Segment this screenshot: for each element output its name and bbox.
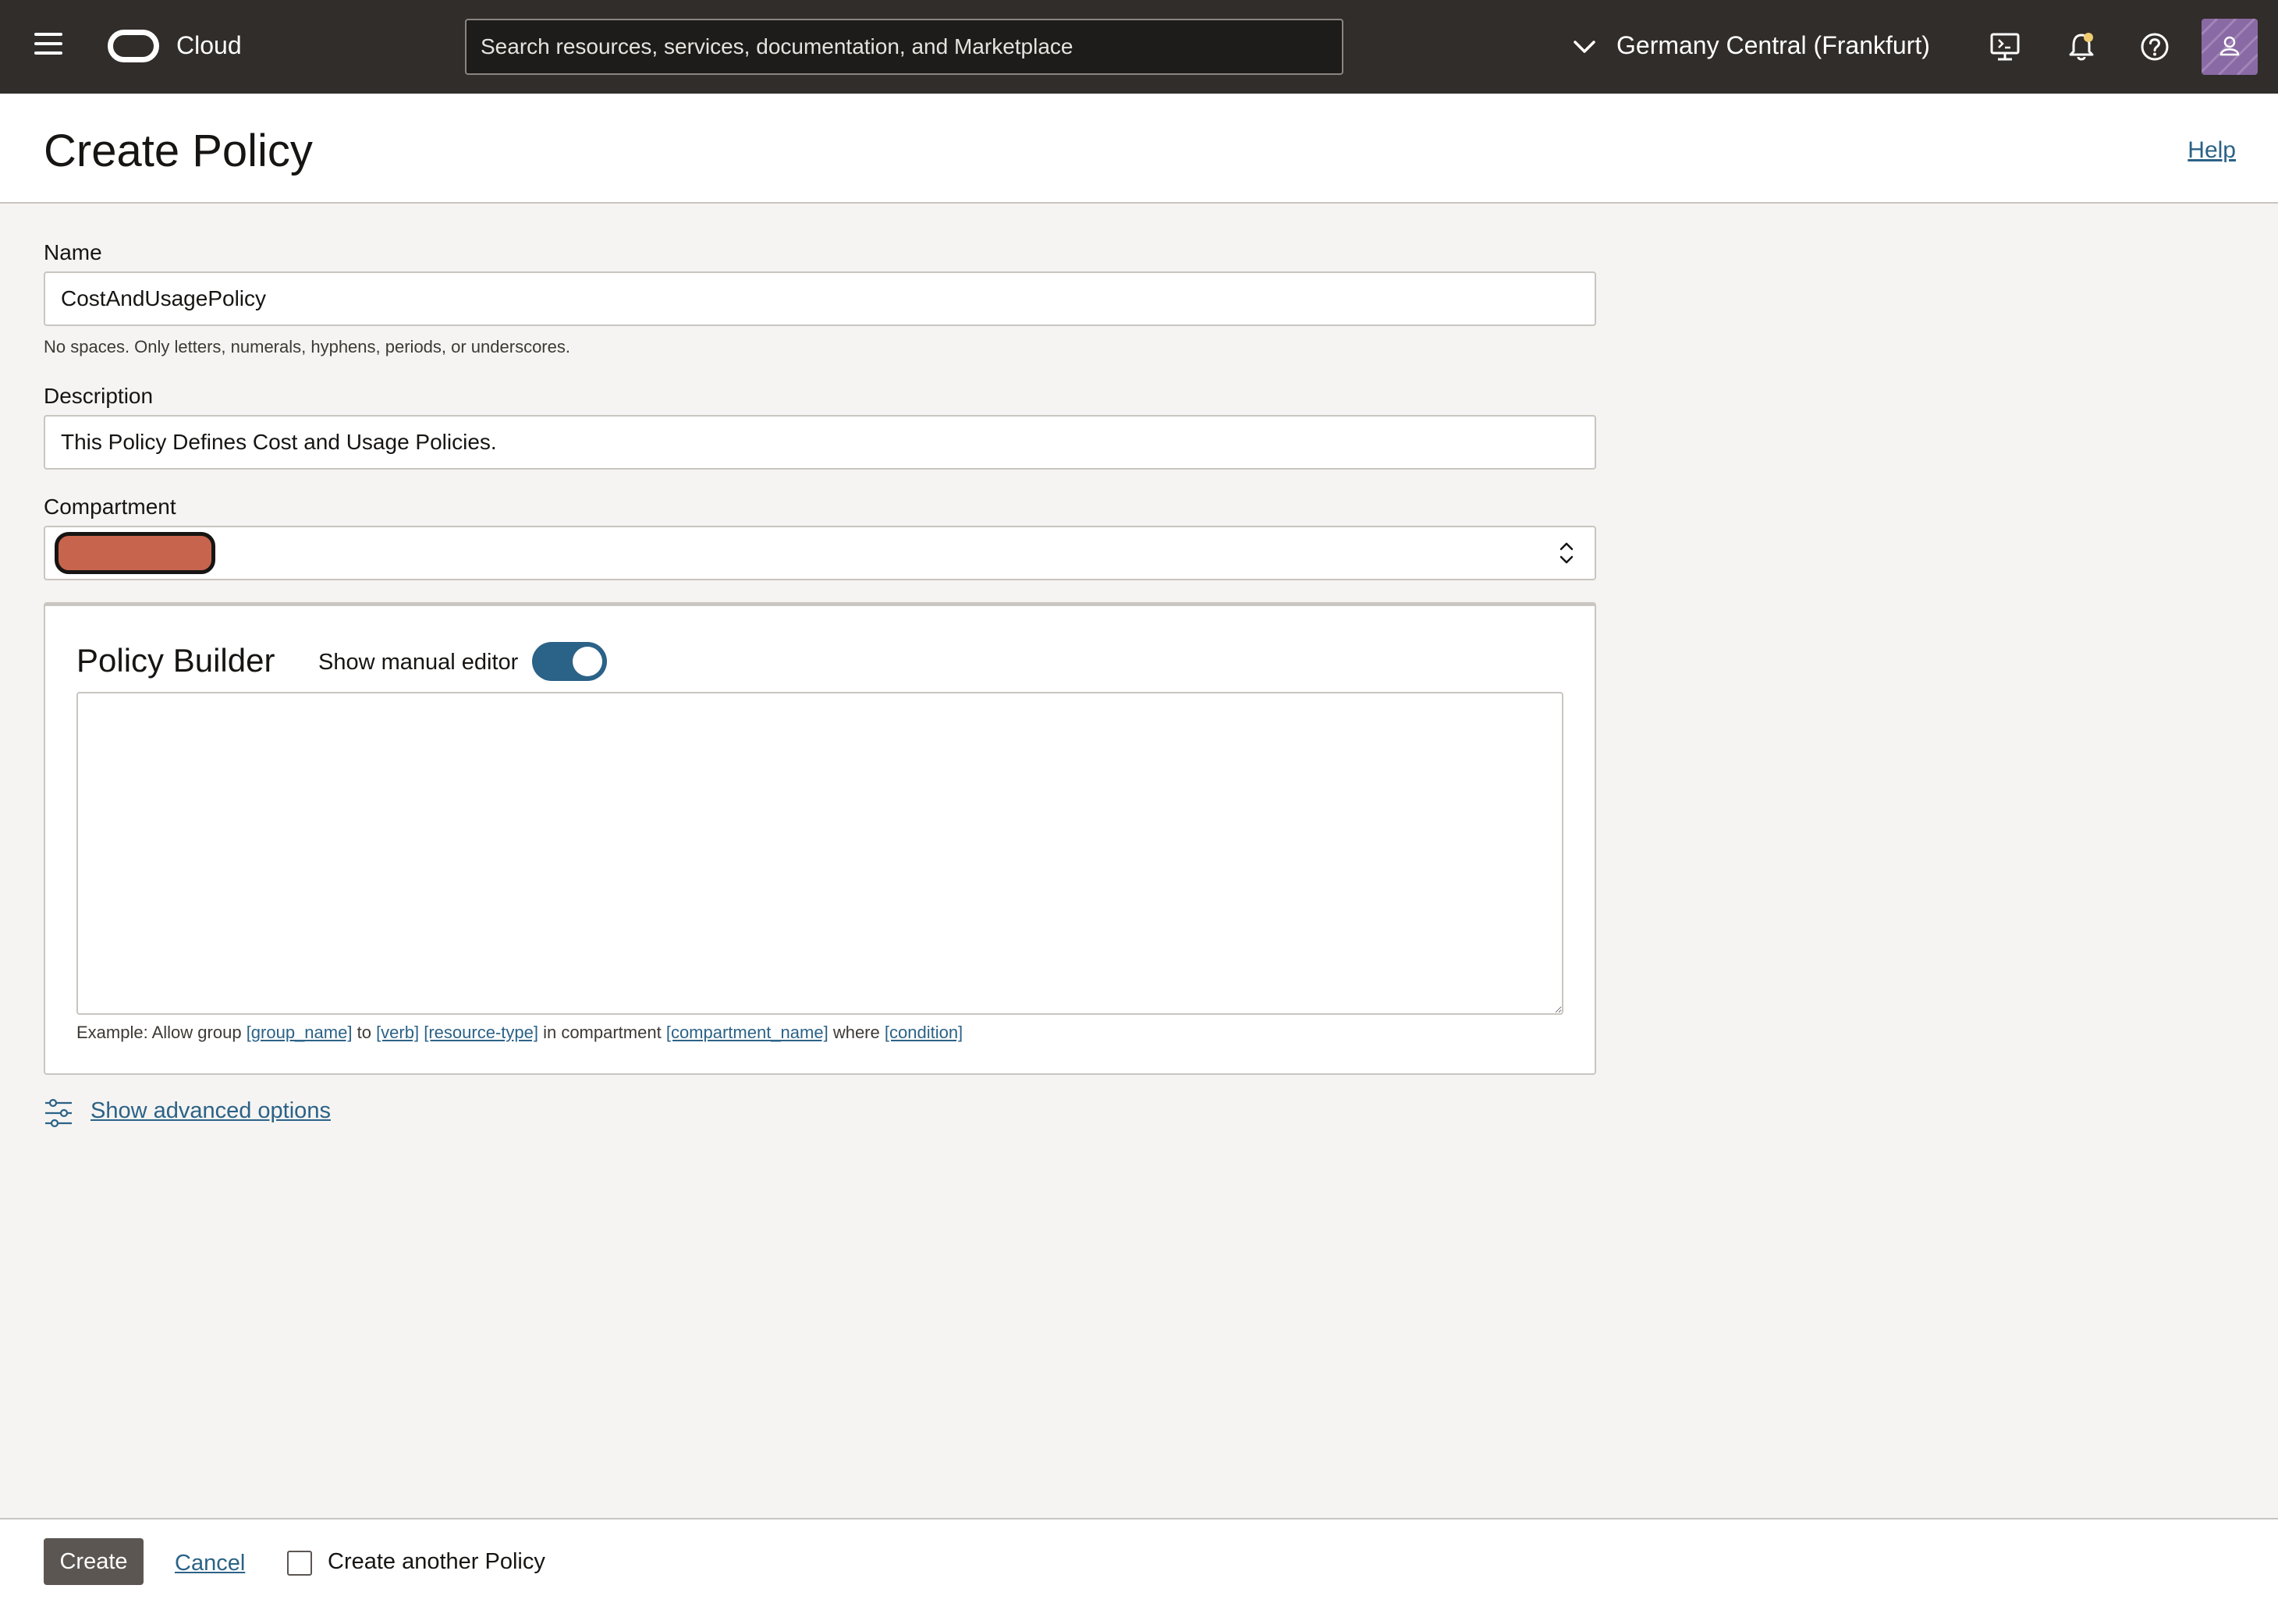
create-another-checkbox[interactable]: [287, 1551, 312, 1576]
description-input[interactable]: [44, 415, 1596, 470]
show-advanced-options-link[interactable]: Show advanced options: [90, 1098, 331, 1124]
search-input[interactable]: [465, 19, 1343, 75]
create-button[interactable]: Create: [44, 1538, 144, 1585]
help-icon[interactable]: [2138, 30, 2172, 64]
manual-editor-toggle-label: Show manual editor: [318, 650, 519, 675]
policy-builder-panel: Policy Builder Show manual editor Exampl…: [44, 602, 1596, 1075]
description-label: Description: [44, 384, 154, 408]
name-label: Name: [44, 240, 102, 264]
example-verb-link[interactable]: [verb]: [376, 1023, 419, 1042]
create-another-label[interactable]: Create another Policy: [328, 1549, 545, 1575]
avatar[interactable]: [2202, 19, 2258, 75]
page-title: Create Policy: [44, 126, 313, 176]
example-compartment-link[interactable]: [compartment_name]: [666, 1023, 829, 1042]
cloud-shell-icon[interactable]: [1988, 30, 2022, 64]
cancel-link[interactable]: Cancel: [175, 1551, 245, 1576]
oracle-logo[interactable]: [108, 30, 159, 62]
redacted-compartment-value: [55, 532, 215, 574]
policy-example: Example: Allow group [group_name] to [ve…: [76, 1023, 963, 1043]
name-input[interactable]: [44, 271, 1596, 326]
bell-icon[interactable]: [2064, 30, 2099, 64]
sliders-icon[interactable]: [44, 1098, 73, 1128]
name-hint: No spaces. Only letters, numerals, hyphe…: [44, 337, 570, 356]
toggle-knob: [573, 647, 602, 676]
page-header: Create Policy Help: [0, 94, 2278, 204]
menu-icon[interactable]: [34, 33, 66, 61]
policy-statement-editor[interactable]: [76, 692, 1563, 1015]
example-to: to: [357, 1023, 371, 1042]
brand-name[interactable]: Cloud: [176, 31, 242, 60]
manual-editor-toggle[interactable]: [532, 642, 607, 681]
user-icon: [2202, 19, 2258, 75]
compartment-label: Compartment: [44, 495, 176, 519]
example-resource-link[interactable]: [resource-type]: [424, 1023, 538, 1042]
example-group-link[interactable]: [group_name]: [247, 1023, 353, 1042]
chevron-down-icon[interactable]: [1573, 37, 1596, 56]
chevron-up-down-icon: [1559, 542, 1574, 564]
form-footer: Create Cancel Create another Policy: [0, 1518, 2278, 1624]
policy-builder-title: Policy Builder: [76, 642, 275, 679]
region-selector[interactable]: Germany Central (Frankfurt): [1616, 31, 1930, 60]
help-link[interactable]: Help: [2188, 137, 2236, 164]
example-where: where: [832, 1023, 880, 1042]
example-prefix: Example: Allow group: [76, 1023, 242, 1042]
top-navigation-bar: Cloud Germany Central (Frankfurt): [0, 0, 2278, 94]
example-condition-link[interactable]: [condition]: [885, 1023, 963, 1042]
example-in: in compartment: [543, 1023, 662, 1042]
compartment-select[interactable]: [44, 526, 1596, 580]
